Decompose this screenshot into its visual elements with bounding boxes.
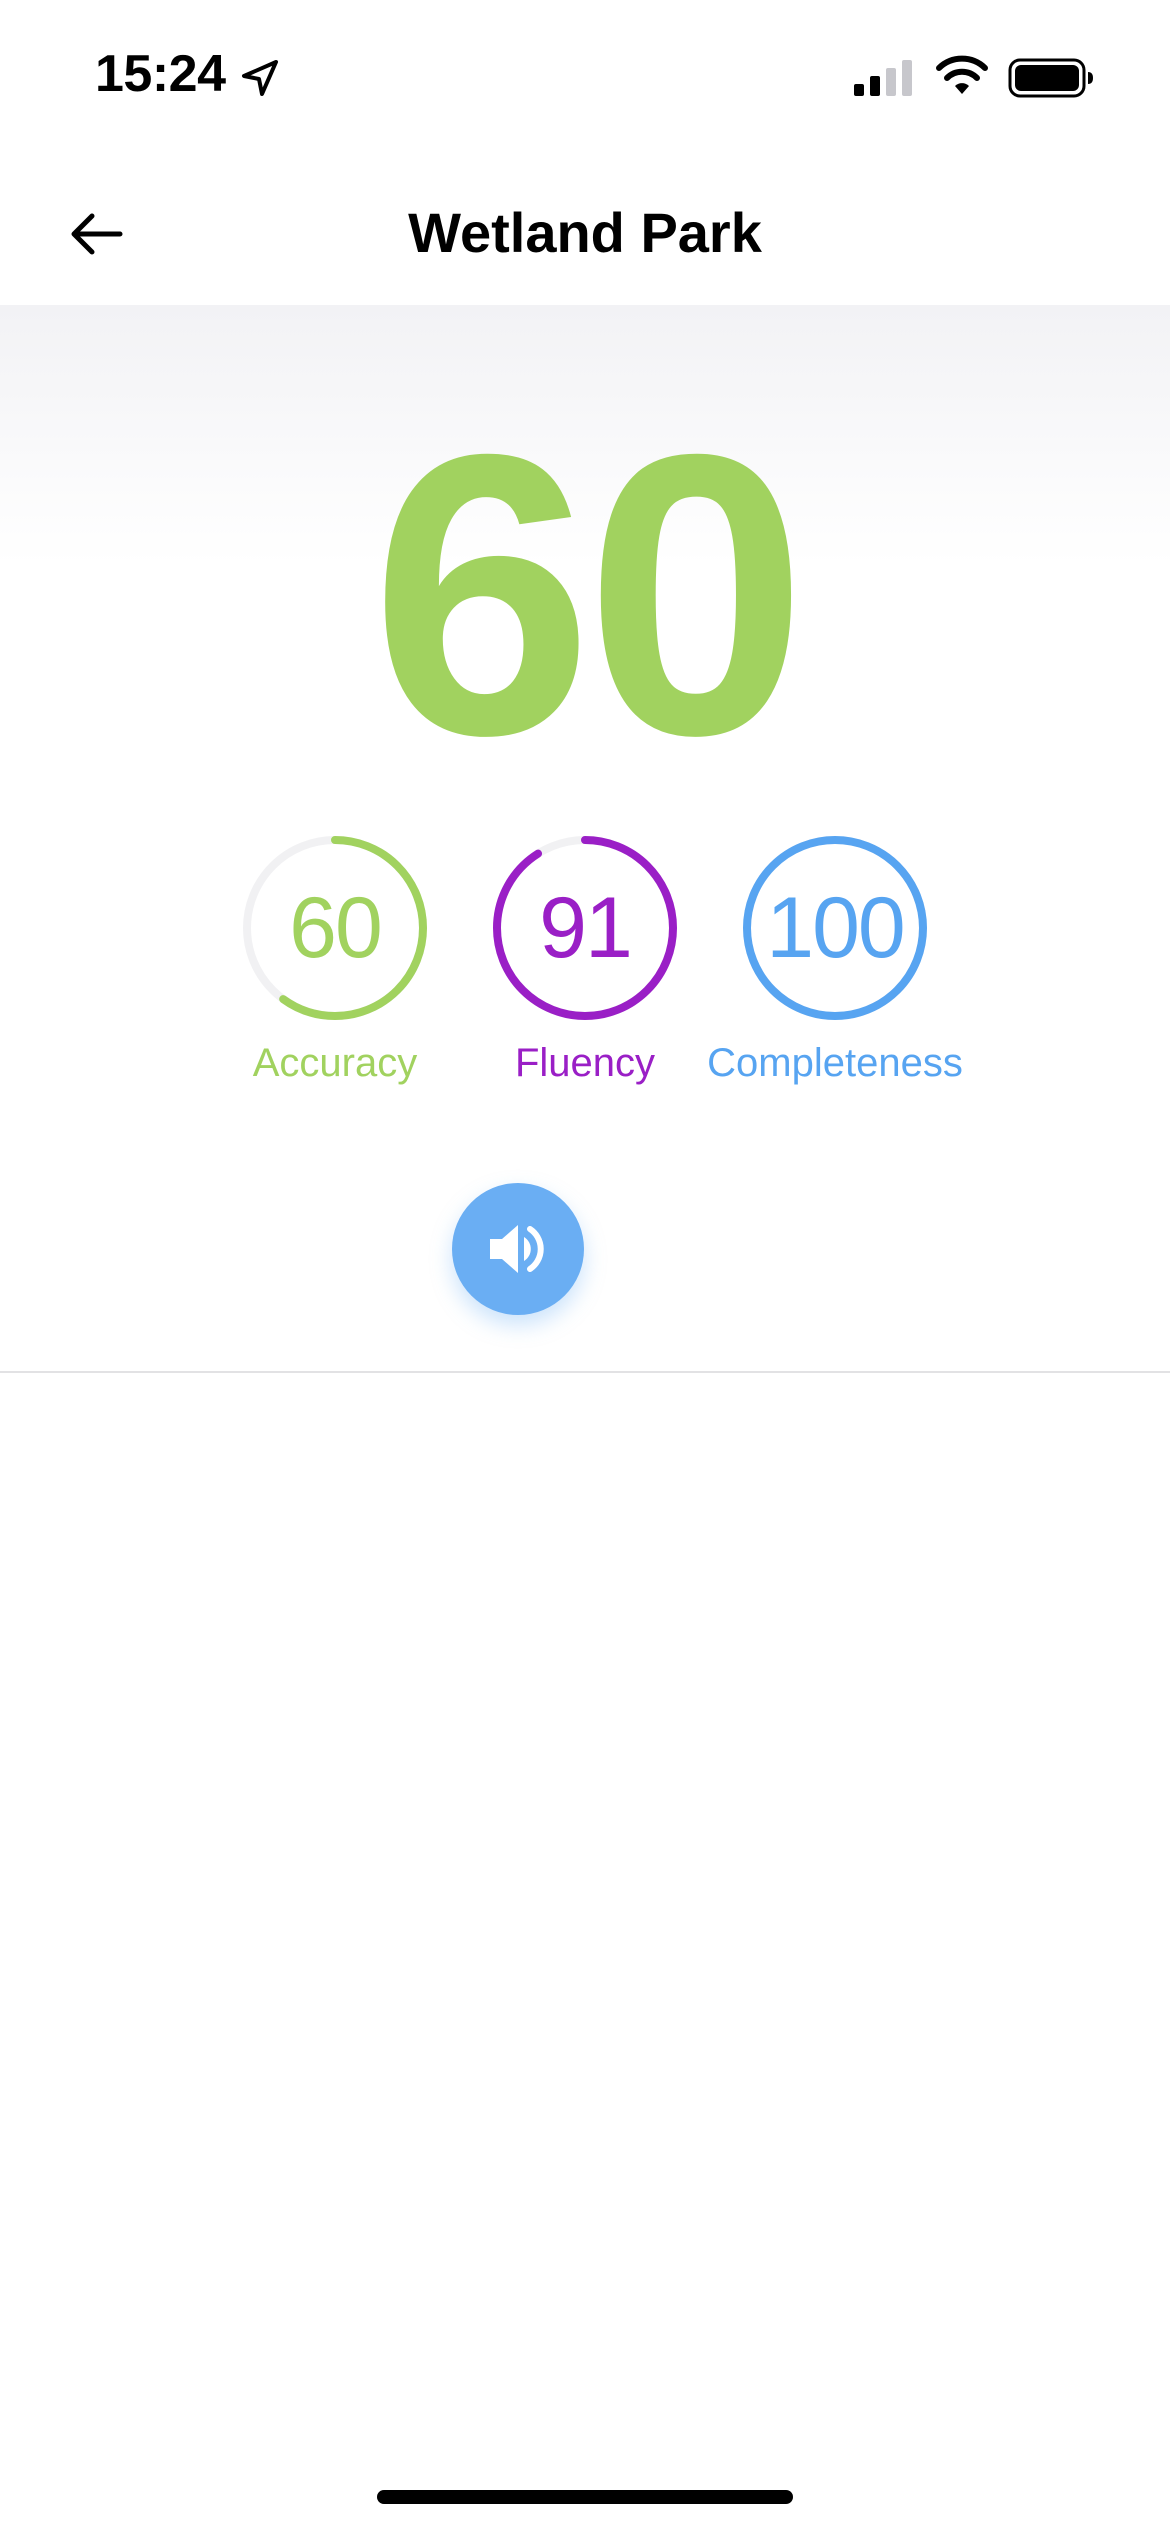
status-time: 15:24 [95,45,226,103]
fluency-value: 91 [539,880,633,976]
cellular-signal-icon [854,60,912,96]
page-title: Wetland Park [408,201,762,264]
status-bar: 15:24 [0,0,1170,150]
battery-icon [1008,58,1093,98]
divider [0,1371,1170,1373]
speaker-icon [490,1225,544,1273]
accuracy-value: 60 [289,880,383,976]
nav-bar: Wetland Park [0,150,1170,305]
wifi-icon [936,55,988,94]
score-panel: 60 60 Accuracy 91 Fluency 100 Completene [0,305,1170,1370]
play-audio-button[interactable] [452,1183,584,1315]
completeness-label: Completeness [707,1041,963,1085]
home-indicator[interactable] [377,2490,793,2504]
location-arrow-icon [242,60,278,96]
metric-completeness: 100 Completeness [707,833,1000,1093]
overall-score: 60 [370,371,808,818]
score-screen: 15:24 Wetland Park 60 60 Accuracy 91 Flu… [0,0,1170,2532]
completeness-value: 100 [766,880,906,976]
